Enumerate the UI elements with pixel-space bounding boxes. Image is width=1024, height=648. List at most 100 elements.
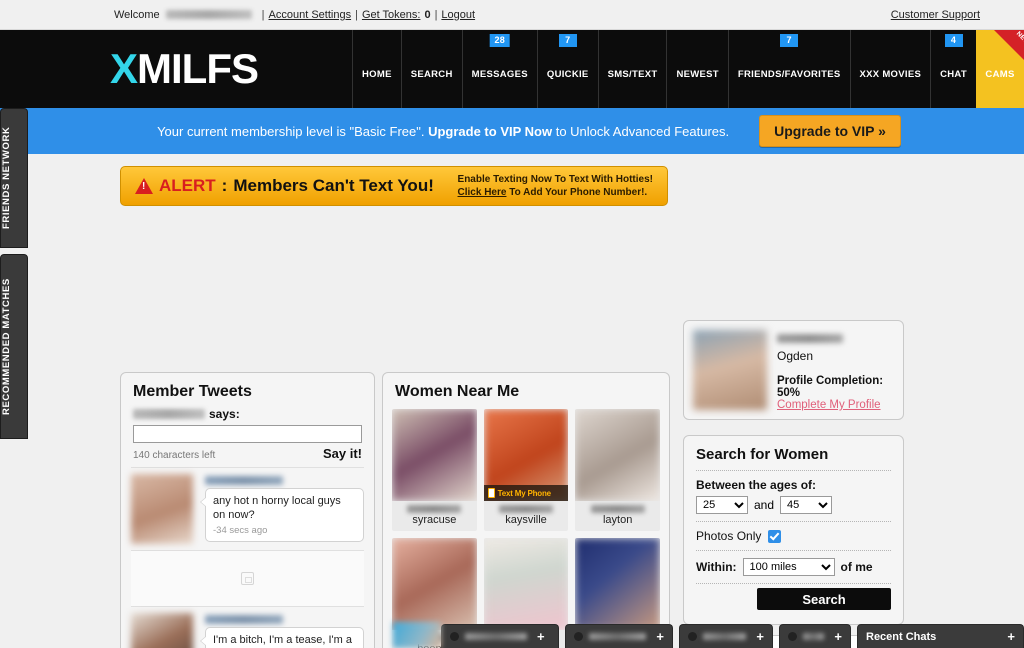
search-panel-title: Search for Women: [696, 446, 829, 463]
nav-label: FRIENDS/FAVORITES: [737, 69, 841, 80]
nav-item-messages[interactable]: 28 MESSAGES: [461, 30, 537, 108]
tweet-text: any hot n horny local guys on now?: [213, 495, 341, 521]
chat-tab-plus-icon[interactable]: +: [656, 630, 664, 643]
say-it-button[interactable]: Say it!: [323, 446, 362, 461]
avatar: [575, 409, 660, 501]
nav-item-friends-favorites[interactable]: 7 FRIENDS/FAVORITES: [727, 30, 850, 108]
avatar: [392, 409, 477, 501]
avatar: [575, 538, 660, 630]
nav-item-quickie[interactable]: 7 QUICKIE: [536, 30, 598, 108]
age-min-select[interactable]: 25: [696, 496, 748, 514]
quickie-badge: 7: [558, 34, 577, 47]
age-max-select[interactable]: 45: [780, 496, 833, 514]
avatar[interactable]: [693, 330, 767, 410]
women-near-me-panel: Women Near Me syracuse Text My Phone kay…: [382, 372, 670, 648]
member-tweets-panel: Member Tweets says: 140 characters left …: [120, 372, 375, 648]
list-item[interactable]: Text My Phone kaysville: [483, 409, 569, 531]
new-ribbon-icon: NEW: [994, 30, 1024, 60]
nav-item-newest[interactable]: NEWEST: [666, 30, 727, 108]
thumb-wrap: [575, 538, 660, 630]
thumb-wrap: [392, 409, 477, 501]
profile-inner: Ogden Profile Completion: 50% Complete M…: [684, 321, 903, 420]
logout-link[interactable]: Logout: [441, 9, 475, 21]
women-near-me-title: Women Near Me: [395, 383, 520, 400]
profile-details: Ogden Profile Completion: 50% Complete M…: [777, 330, 894, 411]
age-range-label: Between the ages of:: [696, 478, 817, 492]
top-utility-left: Welcome | Account Settings | Get Tokens:…: [114, 9, 475, 21]
list-item[interactable]: syracuse: [392, 409, 477, 531]
member-tweets-title: Member Tweets: [133, 383, 252, 400]
recent-chats-plus-icon[interactable]: +: [1007, 630, 1015, 643]
nav-item-search[interactable]: SEARCH: [400, 30, 462, 108]
characters-left-label: 140 characters left: [133, 450, 216, 461]
sidebar-tab-recommended-matches[interactable]: RECOMMENDED MATCHES: [0, 254, 28, 439]
my-profile-card: Ogden Profile Completion: 50% Complete M…: [683, 320, 904, 420]
chat-tab-plus-icon[interactable]: +: [537, 630, 545, 643]
complete-my-profile-link[interactable]: Complete My Profile: [777, 399, 894, 411]
chat-tab-plus-icon[interactable]: +: [834, 630, 842, 643]
sidebar-tab-friends-network[interactable]: FRIENDS NETWORK: [0, 108, 28, 248]
alert-colon: :: [221, 176, 228, 195]
list-item[interactable]: layton: [575, 409, 660, 531]
profile-city: syracuse: [412, 514, 457, 526]
profile-name-masked: [777, 334, 843, 343]
tweet-author-masked: [205, 615, 283, 624]
tweet-input-wrap: [121, 421, 374, 443]
masked-username: [133, 409, 205, 419]
chat-tab[interactable]: +: [441, 624, 559, 648]
recent-chats-tab[interactable]: Recent Chats +: [857, 624, 1024, 648]
status-dot-icon: [450, 632, 459, 641]
tweet-time: -34 secs ago: [213, 525, 268, 536]
friends-badge: 7: [780, 34, 799, 47]
tweet-text: I'm a bitch, I'm a tease, I'm a goddess …: [213, 634, 352, 646]
alert-word: ALERT: [159, 176, 216, 195]
upgrade-text-before: Your current membership level is "Basic …: [157, 123, 429, 139]
main-nav: HOME SEARCH 28 MESSAGES 7 QUICKIE SMS/TE…: [352, 30, 1024, 108]
chat-tab[interactable]: +: [565, 624, 673, 648]
nav-item-sms-text[interactable]: SMS/TEXT: [597, 30, 667, 108]
click-here-link[interactable]: Click Here: [458, 187, 507, 198]
and-label: and: [754, 498, 775, 512]
tweet-bubble: I'm a bitch, I'm a tease, I'm a goddess …: [200, 627, 364, 648]
nav-item-home[interactable]: HOME: [352, 30, 401, 108]
nav-label: MESSAGES: [471, 69, 528, 80]
text-alert-banner[interactable]: ALERT: Members Can't Text You! Enable Te…: [120, 166, 668, 206]
upgrade-banner: Your current membership level is "Basic …: [0, 108, 1024, 154]
tweet-input[interactable]: [133, 425, 362, 443]
alert-sub-text: Enable Texting Now To Text With Hotties!…: [458, 173, 653, 199]
search-button[interactable]: Search: [757, 588, 891, 610]
status-dot-icon: [688, 632, 697, 641]
main-content: ALERT: Members Can't Text You! Enable Te…: [0, 154, 1024, 648]
avatar: [131, 474, 193, 544]
site-logo[interactable]: X MILFS: [34, 30, 292, 108]
upgrade-to-vip-button[interactable]: Upgrade to VIP »: [759, 115, 901, 147]
nav-label: SEARCH: [410, 69, 453, 80]
customer-support-link[interactable]: Customer Support: [891, 9, 980, 21]
within-distance-select[interactable]: 100 miles: [742, 558, 835, 576]
profile-city: Ogden: [777, 349, 814, 363]
text-my-phone-label: Text My Phone: [497, 488, 551, 498]
list-item-empty: [131, 550, 364, 606]
chat-tab[interactable]: +: [679, 624, 773, 648]
profile-name-masked: [590, 505, 645, 513]
photos-only-checkbox[interactable]: [768, 529, 782, 543]
nav-item-chat[interactable]: 4 CHAT: [930, 30, 976, 108]
site-header: X MILFS HOME SEARCH 28 MESSAGES 7 QUICKIE…: [0, 30, 1024, 108]
nav-item-cams[interactable]: NEW CAMS: [976, 30, 1024, 108]
thumb-wrap: [483, 538, 569, 630]
masked-username: [165, 10, 252, 19]
text-my-phone-badge[interactable]: Text My Phone: [483, 485, 569, 501]
tweet-meta-row: 140 characters left Say it!: [121, 443, 374, 467]
nav-item-xxx-movies[interactable]: XXX MOVIES: [849, 30, 931, 108]
thumb-wrap: Text My Phone: [483, 409, 569, 501]
chat-tab[interactable]: +: [779, 624, 851, 648]
list-item[interactable]: any hot n horny local guys on now? -34 s…: [131, 467, 364, 550]
upgrade-text-after: to Unlock Advanced Features.: [552, 123, 730, 139]
avatar: [392, 538, 477, 630]
list-item[interactable]: I'm a bitch, I'm a tease, I'm a goddess …: [131, 606, 364, 648]
chat-tab-plus-icon[interactable]: +: [756, 630, 764, 643]
account-settings-link[interactable]: Account Settings: [269, 9, 352, 21]
nav-label: SMS/TEXT: [607, 69, 658, 80]
thumb-wrap: [392, 538, 477, 630]
get-tokens-link[interactable]: Get Tokens:: [362, 9, 421, 21]
